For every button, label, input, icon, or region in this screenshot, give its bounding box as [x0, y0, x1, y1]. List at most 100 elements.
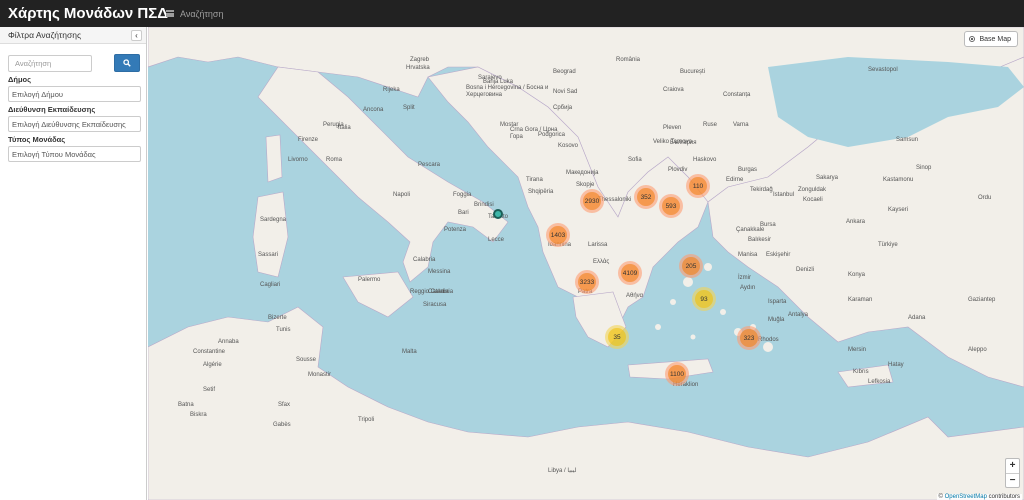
map-city-label: Sousse [296, 357, 317, 363]
map-label-palermo: Palermo [358, 277, 381, 283]
selected-location-pin[interactable] [493, 209, 503, 219]
zoom-control: + − [1005, 458, 1020, 488]
map-label-tunis: Tunis [276, 327, 291, 333]
map-city-label: Batna [178, 402, 194, 408]
map-city-label: Constantine [193, 349, 226, 355]
map-city-label: Tekirdağ [750, 187, 773, 193]
map-city-label: İzmir [738, 275, 751, 281]
map-city-label: Cagliari [260, 282, 281, 288]
map-city-label: Aleppo [968, 347, 987, 353]
map-city-label: Messina [428, 269, 451, 275]
map-label-istanbul: Istanbul [773, 192, 795, 198]
map-label-sevastopol: Sevastopol [868, 67, 898, 73]
osm-link[interactable]: OpenStreetMap [945, 494, 987, 500]
map-city-label: Monastir [308, 372, 332, 378]
education-directorate-select[interactable]: Επιλογή Διεύθυνσης Εκπαίδευσης [8, 116, 141, 132]
map-label-serbia: Србија [553, 105, 573, 111]
unit-type-select[interactable]: Επιλογή Τύπου Μονάδας [8, 146, 141, 162]
collapse-sidebar-button[interactable]: ‹ [131, 29, 142, 41]
zoom-out-button[interactable]: − [1006, 473, 1019, 487]
cluster-marker[interactable]: 1403 [546, 223, 570, 247]
attribution-suffix: contributors [986, 494, 1020, 500]
map-city-label: Bari [458, 210, 469, 216]
map-city-label: Haskovo [693, 157, 717, 163]
cluster-marker[interactable]: 93 [692, 287, 716, 311]
map-label-albania: Shqipëria [528, 189, 554, 195]
cluster-marker[interactable]: 205 [679, 254, 703, 278]
map-city-label: Podgorica [538, 132, 566, 138]
map-label-algerie: Algérie [203, 362, 222, 368]
cluster-marker[interactable]: 4109 [618, 261, 642, 285]
map-label-tripoli: Tripoli [358, 417, 375, 423]
map-city-label: Balıkesir [748, 237, 772, 243]
map-city-label: Mostar [500, 122, 519, 128]
map-city-label: Konya [848, 272, 866, 278]
search-input[interactable] [8, 54, 92, 72]
map-label-ellas: Ελλάς [593, 259, 610, 265]
map-city-label: Craiova [663, 87, 684, 93]
map-city-label: Adana [908, 315, 926, 321]
map-label-napoli: Napoli [393, 192, 411, 198]
list-icon [166, 10, 174, 17]
map-city-label: Isparta [768, 299, 787, 305]
cluster-marker[interactable]: 323 [737, 326, 761, 350]
map-label-malta: Malta [402, 349, 417, 355]
map-city-label: Ancona [363, 107, 384, 113]
map-city-label: Pescara [418, 162, 441, 168]
map-city-label: Aydın [740, 285, 756, 291]
municipality-select[interactable]: Επιλογή Δήμου [8, 86, 141, 102]
sidebar-header: Φίλτρα Αναζήτησης ‹ [0, 27, 146, 44]
map-city-label: Lecce [488, 237, 505, 243]
map-label-macedonia: Македонија [566, 170, 599, 176]
map-city-label: Varna [733, 122, 749, 128]
cluster-marker[interactable]: 593 [659, 194, 683, 218]
map-label-athina: Αθήνα [626, 293, 644, 299]
map-city-label: Ordu [978, 195, 992, 201]
map-tiles [148, 27, 1024, 500]
map-city-label: Çanakkale [736, 227, 765, 233]
cluster-marker[interactable]: 2930 [580, 189, 604, 213]
basemap-label: Base Map [979, 35, 1011, 43]
map-city-label: Sfax [278, 402, 291, 408]
map-label-kibris: Kıbrıs [853, 369, 869, 375]
map-city-label: Livorno [288, 157, 308, 163]
cluster-marker[interactable]: 1100 [665, 362, 689, 386]
cluster-marker[interactable]: 352 [634, 185, 658, 209]
map-city-label: Brindisi [474, 202, 494, 208]
nav-search-link[interactable]: Αναζήτηση [166, 9, 223, 19]
cluster-marker[interactable]: 110 [686, 174, 710, 198]
map-city-label: Kastamonu [883, 177, 914, 183]
map-canvas[interactable]: Hrvatska Bosna i Hercegovina / Босна и Х… [148, 27, 1024, 500]
map-city-label: Zonguldak [798, 187, 827, 193]
map-city-label: Annaba [218, 339, 239, 345]
map-city-label: Gabès [273, 422, 291, 428]
map-city-label: Muğla [768, 317, 785, 323]
zoom-in-button[interactable]: + [1006, 459, 1019, 473]
map-city-label: Biskra [190, 412, 207, 418]
map-city-label: Gaziantep [968, 297, 996, 303]
cluster-marker[interactable]: 35 [605, 325, 629, 349]
sidebar-title: Φίλτρα Αναζήτησης [8, 30, 82, 40]
map-city-label: Banja Luka [483, 79, 514, 85]
nav-search-label: Αναζήτηση [180, 8, 224, 19]
map-city-label: Denizli [796, 267, 815, 273]
app-title[interactable]: Χάρτης Μονάδων ΠΣΔ [0, 5, 168, 22]
map-city-label: Burgas [738, 167, 758, 173]
cluster-marker[interactable]: 3233 [575, 270, 599, 294]
map-city-label: Hatay [888, 362, 904, 368]
search-button[interactable] [114, 54, 140, 72]
basemap-toggle[interactable]: Base Map [964, 31, 1018, 47]
map-city-label: Mersin [848, 347, 867, 353]
map-label-romania: România [616, 57, 641, 63]
map-label-bosnia: Bosna i Hercegovina / Босна и Херцеговин… [466, 85, 549, 98]
map-city-label: Skopje [576, 182, 595, 188]
map-label-ankara: Ankara [846, 219, 866, 225]
map-city-label: Veliko Tarnovo [653, 139, 692, 145]
map-city-label: Eskişehir [766, 252, 791, 258]
search-icon [123, 59, 131, 67]
map-city-label: Setif [203, 387, 216, 393]
map-city-label: Calabria [413, 257, 436, 263]
map-city-label: Novi Sad [553, 89, 578, 95]
map-city-label: Rhodos [758, 337, 779, 343]
map-city-label: Firenze [298, 137, 319, 143]
